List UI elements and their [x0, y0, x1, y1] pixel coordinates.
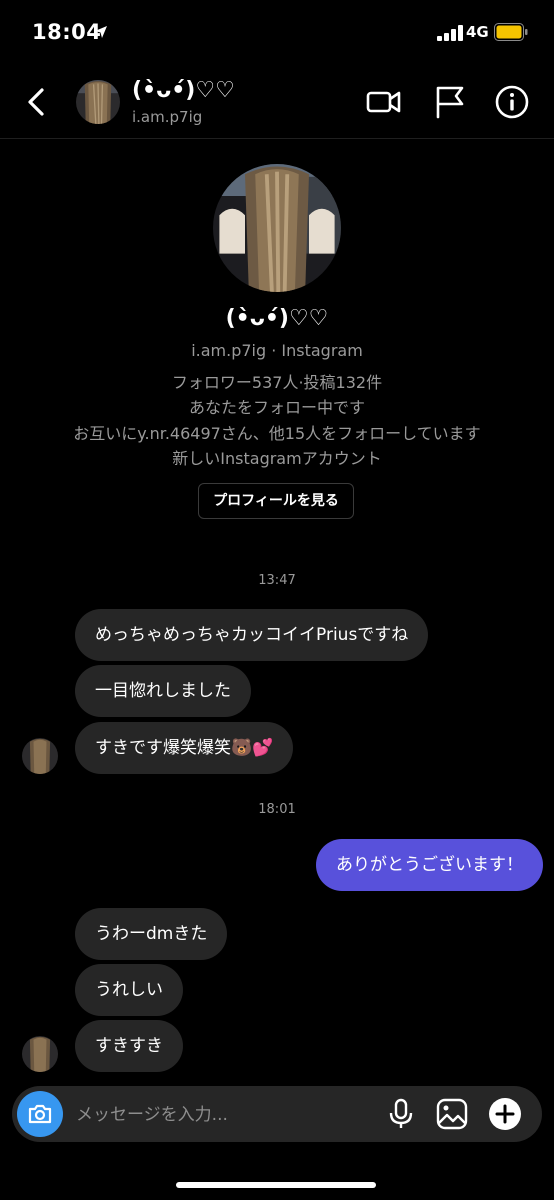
- video-call-icon[interactable]: [366, 84, 402, 120]
- microphone-icon[interactable]: [384, 1097, 418, 1131]
- profile-new-account: 新しいInstagramアカウント: [172, 449, 382, 468]
- avatar[interactable]: [22, 738, 58, 774]
- status-time: 18:04: [32, 20, 102, 44]
- message-bubble-sent[interactable]: ありがとうございます！: [316, 839, 543, 891]
- message-bubble[interactable]: うわーdmきた: [75, 908, 228, 960]
- location-arrow-icon: [95, 26, 107, 38]
- message-bubble[interactable]: すきすき: [75, 1020, 183, 1072]
- message-bubble[interactable]: めっちゃめっちゃカッコイイPriusですね: [75, 609, 429, 661]
- camera-icon: [28, 1104, 52, 1124]
- message-bubble[interactable]: うれしい: [75, 964, 183, 1016]
- camera-button[interactable]: [17, 1091, 63, 1137]
- profile-subtitle: i.am.p7ig · Instagram: [191, 341, 363, 360]
- message-bubble[interactable]: 一目惚れしました: [75, 665, 251, 717]
- signal-bars-icon: [437, 25, 463, 41]
- plus-icon[interactable]: [488, 1097, 522, 1131]
- message-composer: [12, 1086, 542, 1142]
- profile-follows-you: あなたをフォロー中です: [188, 398, 365, 417]
- gallery-icon[interactable]: [435, 1097, 469, 1131]
- timestamp: 13:47: [258, 573, 296, 588]
- home-indicator[interactable]: [176, 1182, 376, 1188]
- profile-display-name: (•̀ᴗ•́)♡♡: [225, 306, 329, 331]
- hair-photo: [22, 1036, 58, 1072]
- avatar[interactable]: [76, 80, 120, 124]
- info-icon[interactable]: [494, 84, 530, 120]
- header-display-name[interactable]: (•̀ᴗ•́)♡♡: [132, 78, 235, 103]
- flag-icon[interactable]: [432, 84, 468, 120]
- hair-photo: [213, 164, 341, 292]
- header-username[interactable]: i.am.p7ig: [132, 108, 202, 126]
- avatar[interactable]: [22, 1036, 58, 1072]
- message-bubble[interactable]: すきです爆笑爆笑🐻💕: [75, 722, 294, 774]
- battery-icon: [494, 23, 528, 41]
- view-profile-button[interactable]: プロフィールを見る: [198, 483, 354, 519]
- profile-stats: フォロワー537人·投稿132件: [171, 373, 383, 392]
- status-bar: 18:04 4G: [0, 0, 554, 66]
- message-input[interactable]: [74, 1094, 378, 1136]
- back-chevron-icon[interactable]: [22, 86, 52, 118]
- timestamp: 18:01: [258, 802, 296, 817]
- hair-photo: [76, 80, 120, 124]
- hair-photo: [22, 738, 58, 774]
- profile-avatar[interactable]: [213, 164, 341, 292]
- chat-header: (•̀ᴗ•́)♡♡ i.am.p7ig: [0, 66, 554, 139]
- network-type: 4G: [466, 23, 489, 41]
- profile-mutuals: お互いにy.nr.46497さん、他15人をフォローしています: [73, 424, 481, 443]
